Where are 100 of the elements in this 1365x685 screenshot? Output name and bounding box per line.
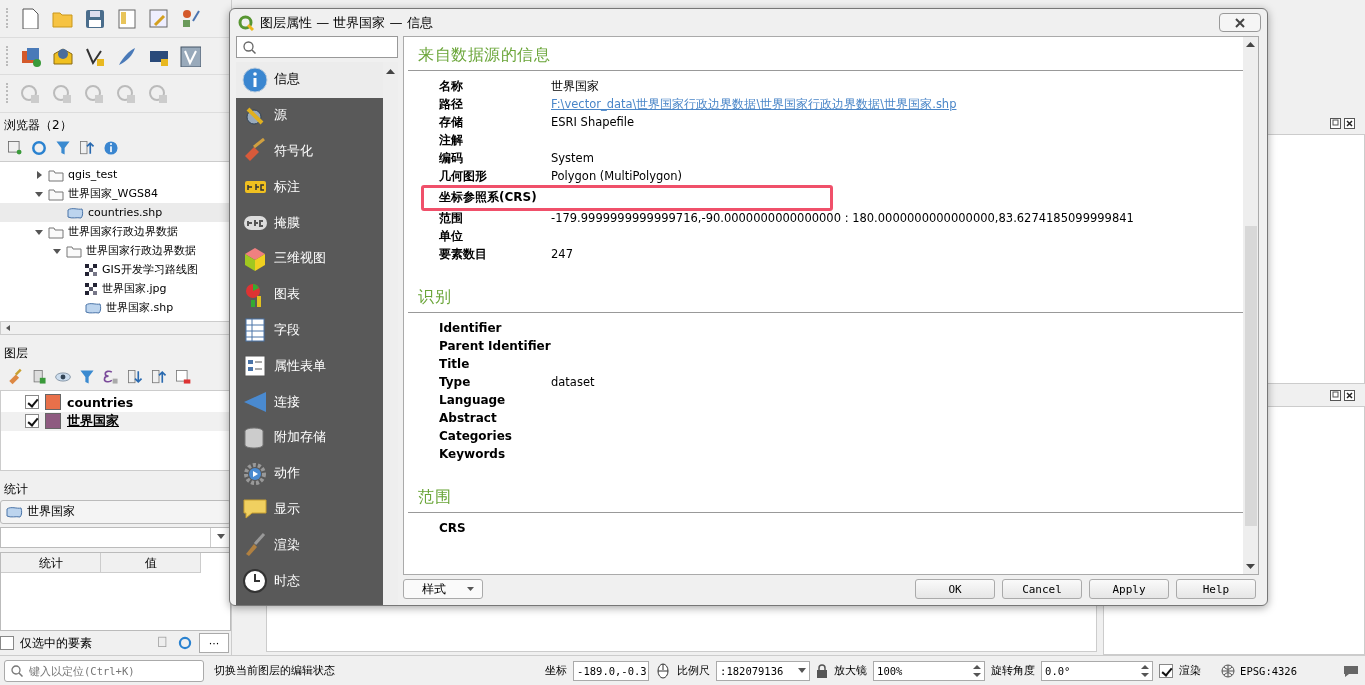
column-header[interactable]: 统计 [1,553,101,574]
scroll-up-icon[interactable] [1246,41,1255,47]
remove-layer-icon[interactable] [174,368,192,386]
cancel-button[interactable]: Cancel [1002,579,1082,599]
layer-combo[interactable]: 世界国家 [0,499,231,524]
tree-item[interactable]: GIS开发学习路线图 [0,260,231,280]
expand-arrow-icon[interactable] [34,169,44,180]
crs-button[interactable]: EPSG:4326 [1221,663,1297,678]
search-icon [11,664,23,677]
field-combo[interactable] [0,526,231,549]
tree-item[interactable]: 世界国家.shp [0,298,231,318]
add-group-icon[interactable] [30,368,48,386]
navigation-item[interactable]: 属性表单 [236,348,383,385]
style-dropdown-button[interactable]: 样式 [403,579,483,599]
field-label: 单位 [439,227,464,245]
dropdown-arrow-icon[interactable] [798,667,807,674]
ok-button[interactable]: OK [915,579,995,599]
render-checkbox[interactable] [1159,663,1174,678]
tree-item[interactable]: 世界国家.jpg [0,279,231,299]
navigation-item[interactable]: 连接 [236,384,383,420]
checkbox-label: 仅选中的要素 [20,634,92,652]
layer-checkbox[interactable] [25,395,39,410]
vertical-scrollbar[interactable] [1243,37,1258,574]
scrollbar-thumb[interactable] [1244,225,1257,526]
float-icon[interactable] [1330,389,1341,401]
close-icon [1234,17,1246,28]
navigation-item[interactable]: 信息 [236,62,383,98]
navigation-item[interactable]: 时态 [236,563,383,599]
folder-icon [48,186,64,201]
help-button[interactable]: Help [1176,579,1256,599]
file-icon[interactable] [19,7,41,30]
field-value: 世界国家 [551,78,599,94]
spin-arrows-icon[interactable] [1141,663,1150,678]
panel-title: 浏览器（2） [3,116,73,134]
toolbar-grip[interactable] [6,45,9,66]
navigation-item[interactable]: 显示 [236,491,383,528]
tree-item[interactable]: qgis_test [0,165,231,185]
search-field[interactable] [236,36,398,58]
locator-search-field[interactable]: 键入以定位(Ctrl+K) [4,659,204,682]
tree-item[interactable]: 世界国家行政边界数据 [0,241,231,261]
layer-checkbox[interactable] [25,414,39,429]
scale-combo[interactable]: :182079136 [716,660,811,681]
section-title: 来自数据源的信息 [417,45,551,66]
navigation-item[interactable]: 掩膜 [236,205,383,241]
close-icon[interactable] [1344,118,1355,129]
navigation-item[interactable]: 三维视图 [236,241,383,277]
apply-button[interactable]: Apply [1089,579,1169,599]
dropdown-arrow-icon[interactable] [216,534,225,541]
tree-item[interactable]: countries.shp [0,203,231,223]
toolbar-grip[interactable] [6,8,9,29]
field-label: Abstract [439,411,498,425]
more-button[interactable]: ··· [199,633,229,654]
navigation-item[interactable]: 图表 [236,276,383,313]
tree-item[interactable]: 世界国家行政边界数据 [0,222,231,242]
scroll-down-icon[interactable] [1246,564,1255,570]
globe-icon [1221,663,1236,678]
navigation-item[interactable]: 字段 [236,312,383,349]
navigation-item[interactable]: 渲染 [236,527,383,564]
field-label: 注解 [439,131,464,149]
save-icon[interactable] [83,7,105,30]
magnifier-spinbox[interactable]: 100% [873,660,986,681]
navigation-item[interactable]: 标注 [236,169,383,206]
collapse-icon[interactable] [150,368,168,386]
field-value: 247 [551,247,573,261]
tree-item[interactable]: 世界国家_WGS84 [0,184,231,204]
lock-icon[interactable] [816,663,829,678]
polygon-icon [84,301,102,314]
checkbox[interactable] [0,636,14,651]
field-label: Title [439,357,471,371]
vector-edit-icon[interactable] [179,44,201,67]
refresh-icon[interactable] [30,139,48,158]
move-down-icon[interactable] [126,368,144,386]
close-icon[interactable] [1344,389,1355,401]
column-header[interactable]: 值 [101,553,201,574]
field-label: 编码 [439,149,464,167]
coordinate-field[interactable]: -189.0,-0.3 [573,660,650,681]
field-value: ESRI Shapefile [551,115,635,129]
filter-icon[interactable] [78,368,96,386]
refresh-icon[interactable] [177,635,193,652]
spin-arrows-icon[interactable] [973,663,982,678]
expression-icon[interactable] [102,368,120,386]
scroll-left-icon[interactable] [4,324,12,333]
path-link[interactable]: F:\vector_data\世界国家行政边界数据\世界国家行政边界数据\世界国家.shp [551,96,957,112]
close-button[interactable] [1219,13,1261,32]
layer-item[interactable]: countries [1,392,230,412]
field-label: Parent Identifier [439,339,551,353]
horizontal-scrollbar[interactable] [0,321,231,336]
layer-item[interactable]: 世界国家 [1,411,230,431]
rotation-spinbox[interactable]: 0.0° [1041,660,1154,681]
field-label: 名称 [439,77,464,95]
field-label: Type [439,375,472,389]
scroll-up-icon[interactable] [386,68,395,74]
float-icon[interactable] [1330,118,1341,129]
toolbar-grip[interactable] [6,83,9,104]
info-icon [242,66,268,93]
navigation-item[interactable]: 符号化 [236,133,383,170]
navigation-item[interactable]: 动作 [236,455,383,492]
navigation-item[interactable]: 附加存储 [236,419,383,456]
navigation-item[interactable]: 源 [236,97,383,134]
mouse-icon[interactable] [655,662,672,679]
